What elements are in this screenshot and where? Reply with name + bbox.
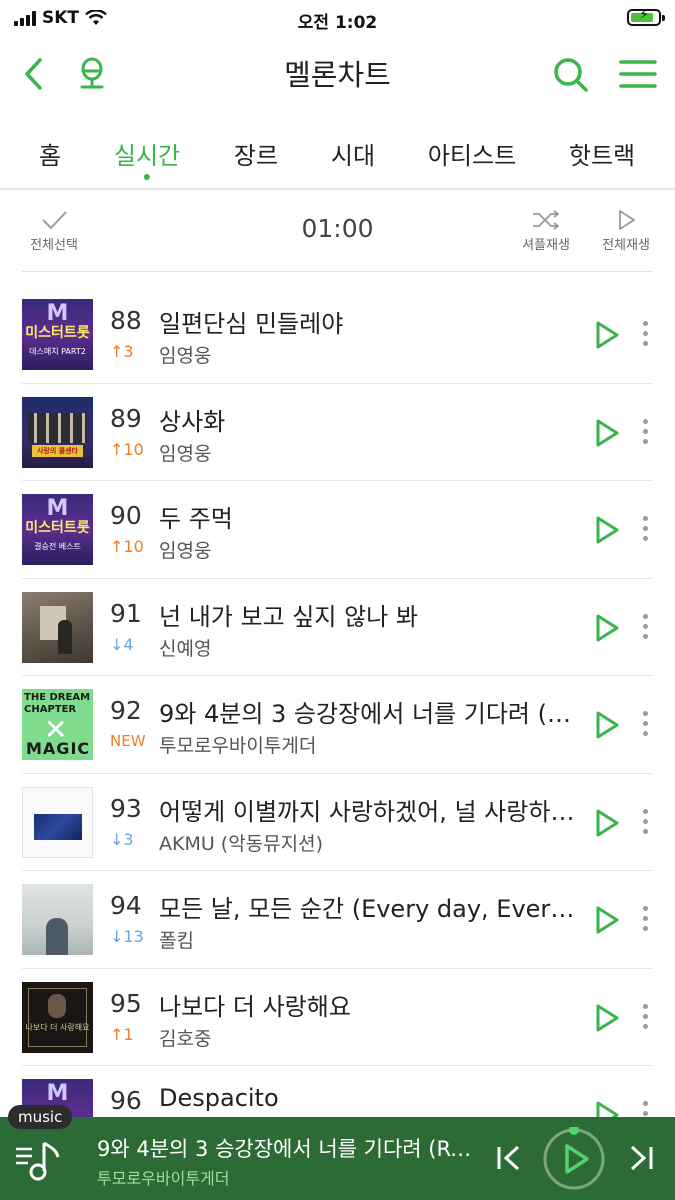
shuffle-icon (533, 210, 560, 230)
search-icon[interactable] (550, 54, 590, 94)
more-icon[interactable] (640, 808, 650, 837)
rank-number: 96 (110, 1086, 142, 1115)
chart-row[interactable]: 나보다 더 사랑해요 95 ↑1 나보다 더 사랑해요 김호중 (22, 969, 653, 1066)
rank-number: 91 (110, 598, 142, 628)
chart-list: M 미스터트롯 데스매치 PART2 88 ↑3 일편단심 민들레야 임영웅 사… (22, 286, 653, 1164)
song-title[interactable]: 모든 날, 모든 순간 (Every day, Every Moment) (159, 889, 579, 924)
tab-realtime-label: 실시간 (113, 142, 181, 170)
melon-chart-screen: SKT 오전 1:02 ⚡ 멜론차트 홈 실시간 장르 시대 아티스트 핫트랙 … (0, 0, 675, 1200)
tab-home[interactable]: 홈 (39, 136, 61, 171)
song-title[interactable]: 상사화 (159, 402, 579, 437)
artist-name[interactable]: 신예영 (159, 634, 579, 661)
app-header: 멜론차트 (0, 40, 675, 106)
tab-artist[interactable]: 아티스트 (428, 136, 516, 171)
rank-change: ↓3 (110, 829, 134, 849)
rank-number: 93 (110, 793, 142, 823)
status-bar: SKT 오전 1:02 ⚡ (0, 0, 675, 36)
rank-change: ↑3 (110, 342, 134, 361)
now-playing-artist[interactable]: 투모로우바이투게더 (97, 1165, 477, 1189)
tab-realtime[interactable]: 실시간 (113, 136, 181, 180)
more-icon[interactable] (640, 321, 650, 349)
album-art[interactable]: 사랑의 콜센타 (22, 396, 93, 468)
clock-label: 오전 1:02 (297, 13, 378, 33)
chart-row[interactable]: 91 ↓4 넌 내가 보고 싶지 않나 봐 신예영 (22, 579, 653, 676)
music-note-icon[interactable] (14, 1135, 64, 1183)
song-title[interactable]: 두 주먹 (159, 499, 579, 534)
play-icon[interactable] (594, 1003, 620, 1033)
chart-row[interactable]: 94 ↓13 모든 날, 모든 순간 (Every day, Every Mom… (22, 871, 653, 969)
now-playing-title[interactable]: 9와 4분의 3 승강장에서 너를 기다려 (Run Away) (97, 1133, 477, 1163)
previous-icon[interactable] (494, 1143, 524, 1173)
play-icon[interactable] (594, 613, 620, 643)
more-icon[interactable] (640, 906, 650, 934)
play-pause-button[interactable] (542, 1127, 606, 1191)
play-icon[interactable] (594, 710, 620, 740)
chart-controls: 전체선택 01:00 셔플재생 전체재생 (22, 196, 653, 272)
rank-number: 92 (110, 696, 142, 725)
active-tab-dot (144, 174, 150, 180)
rank-change: ↑1 (110, 1024, 134, 1044)
more-icon[interactable] (640, 711, 650, 739)
battery-icon: ⚡ (627, 7, 665, 26)
play-icon[interactable] (594, 905, 620, 935)
song-title[interactable]: 넌 내가 보고 싶지 않나 봐 (159, 597, 579, 632)
rank-number: 94 (110, 891, 142, 920)
song-title[interactable]: 어떻게 이별까지 사랑하겠어, 널 사랑하는 거지 (159, 792, 579, 827)
rank-change: NEW (110, 732, 146, 750)
chart-row[interactable]: 사랑의 콜센타 89 ↑10 상사화 임영웅 (22, 384, 653, 481)
artist-name[interactable]: 투모로우바이투게더 (159, 731, 579, 758)
album-art[interactable] (22, 591, 93, 663)
charging-icon: ⚡ (639, 7, 649, 23)
artist-name[interactable]: 임영웅 (159, 536, 579, 563)
chart-row[interactable]: 93 ↓3 어떻게 이별까지 사랑하겠어, 널 사랑하는 거지 AKMU (악동… (22, 774, 653, 871)
album-art[interactable] (22, 786, 93, 858)
shuffle-label: 셔플재생 (522, 238, 570, 253)
play-icon[interactable] (594, 418, 620, 448)
album-art[interactable]: M 미스터트롯 결승전 베스트 (22, 494, 93, 565)
menu-icon[interactable] (618, 54, 658, 94)
tab-genre[interactable]: 장르 (234, 136, 278, 171)
next-icon[interactable] (626, 1143, 656, 1173)
play-icon[interactable] (594, 808, 620, 838)
rank-change: ↑10 (110, 537, 144, 556)
album-art[interactable]: 나보다 더 사랑해요 (22, 981, 93, 1053)
tab-hot-track[interactable]: 핫트랙 (569, 136, 635, 171)
more-icon[interactable] (640, 1003, 650, 1032)
rank-change: ↓4 (110, 634, 134, 654)
play-all-label: 전체재생 (602, 238, 650, 253)
song-title[interactable]: 9와 4분의 3 승강장에서 너를 기다려 (Run Away) (159, 694, 579, 729)
rank-change: ↓13 (110, 927, 144, 946)
song-title[interactable]: 나보다 더 사랑해요 (159, 987, 579, 1022)
artist-name[interactable]: 임영웅 (159, 439, 579, 466)
artist-name[interactable]: 폴킴 (159, 926, 579, 953)
song-title[interactable]: Despacito (159, 1084, 579, 1112)
play-icon[interactable] (594, 515, 620, 545)
artist-name[interactable]: AKMU (악동뮤지션) (159, 829, 579, 856)
music-badge: music (8, 1105, 73, 1129)
chart-row[interactable]: M 미스터트롯 결승전 베스트 90 ↑10 두 주먹 임영웅 (22, 481, 653, 579)
more-icon[interactable] (640, 613, 650, 642)
album-art[interactable] (22, 884, 93, 955)
chart-tabs: 홈 실시간 장르 시대 아티스트 핫트랙 (0, 130, 675, 190)
chart-row[interactable]: M 미스터트롯 데스매치 PART2 88 ↑3 일편단심 민들레야 임영웅 (22, 286, 653, 384)
play-all-button[interactable]: 전체재생 (598, 208, 654, 253)
rank-number: 88 (110, 306, 142, 335)
song-title[interactable]: 일편단심 민들레야 (159, 304, 579, 339)
rank-number: 95 (110, 988, 142, 1018)
tab-era[interactable]: 시대 (331, 136, 375, 171)
play-icon[interactable] (594, 320, 620, 350)
rank-number: 89 (110, 403, 142, 433)
play-all-icon (619, 210, 635, 230)
album-art[interactable]: M 미스터트롯 데스매치 PART2 (22, 299, 93, 370)
mini-player[interactable]: 9와 4분의 3 승강장에서 너를 기다려 (Run Away) 투모로우바이투… (0, 1117, 675, 1200)
chart-row[interactable]: THE DREAM CHAPTER ✕ MAGIC 92 NEW 9와 4분의 … (22, 676, 653, 774)
shuffle-play-button[interactable]: 셔플재생 (518, 208, 574, 253)
rank-change: ↑10 (110, 439, 144, 459)
artist-name[interactable]: 임영웅 (159, 341, 579, 368)
rank-number: 90 (110, 501, 142, 530)
artist-name[interactable]: 김호중 (159, 1024, 579, 1051)
more-icon[interactable] (640, 418, 650, 447)
more-icon[interactable] (640, 516, 650, 544)
album-art[interactable]: THE DREAM CHAPTER ✕ MAGIC (22, 689, 93, 760)
